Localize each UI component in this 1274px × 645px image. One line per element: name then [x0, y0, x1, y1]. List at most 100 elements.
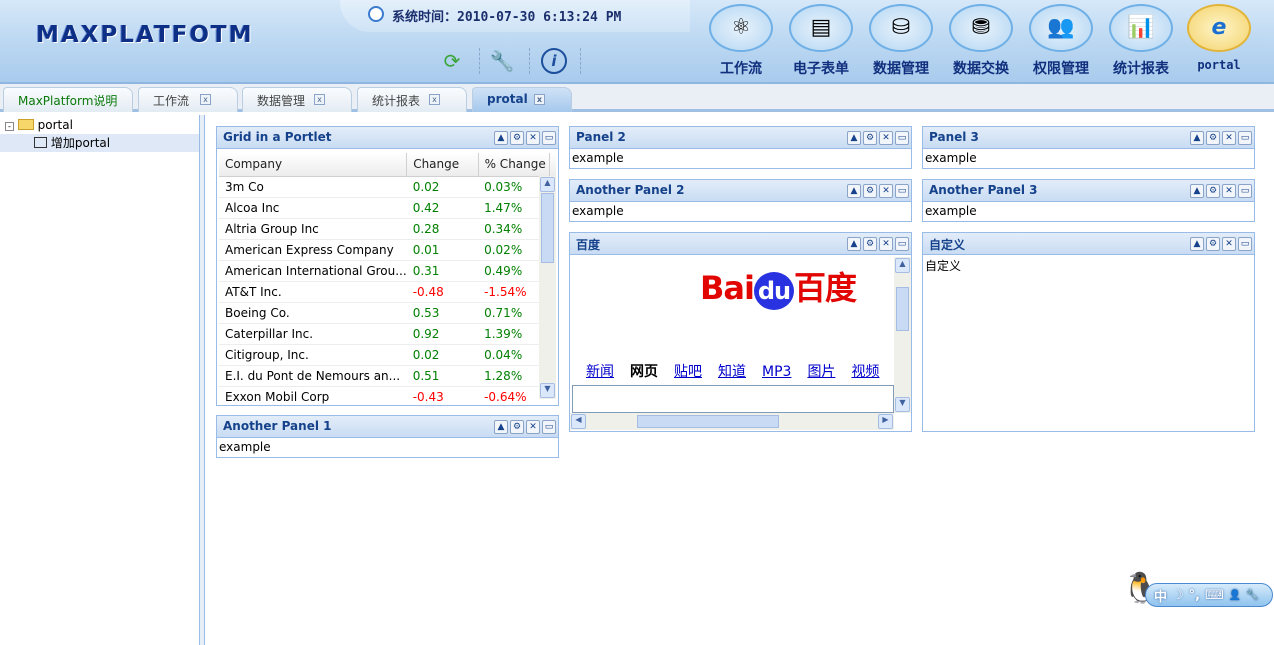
splitter[interactable]	[200, 115, 205, 645]
table-row[interactable]: 3m Co 0.02 0.03%	[219, 176, 556, 198]
close-icon[interactable]: ✕	[1222, 184, 1236, 198]
company-cell: Alcoa Inc	[219, 197, 407, 219]
scroll-down-icon[interactable]: ▼	[895, 397, 910, 412]
users-key-icon: 👥	[1029, 4, 1093, 52]
scroll-thumb[interactable]	[637, 415, 779, 428]
portlet-header: Grid in a Portlet ▲ ⚙ ✕ ▭	[217, 127, 558, 149]
refresh-icon[interactable]: ⟳	[439, 48, 465, 74]
wrench-icon[interactable]: 🔧	[489, 48, 515, 74]
tab-workflow[interactable]: 工作流 x	[138, 87, 238, 112]
ime-punctuation-icon[interactable]: °,	[1189, 588, 1200, 603]
baidu-search-input[interactable]	[572, 385, 894, 413]
tab-maxplatform[interactable]: MaxPlatform说明	[3, 87, 133, 112]
maximize-icon[interactable]: ▭	[542, 420, 556, 434]
tree-node-add-portal[interactable]: 增加portal	[0, 134, 199, 152]
scroll-up-icon[interactable]: ▲	[895, 258, 910, 273]
user-icon[interactable]: 👤	[1229, 590, 1241, 601]
ime-toolbar: 中 ☽ °, ⌨ 👤 🔧	[1145, 583, 1273, 607]
grid-scrollbar[interactable]: ▲ ▼	[539, 176, 556, 399]
collapse-icon[interactable]: ▲	[847, 237, 861, 251]
maximize-icon[interactable]: ▭	[542, 131, 556, 145]
ime-chinese-button[interactable]: 中	[1154, 586, 1167, 605]
collapse-icon[interactable]: -	[5, 122, 14, 131]
scroll-right-icon[interactable]: ▶	[878, 414, 893, 429]
collapse-icon[interactable]: ▲	[494, 131, 508, 145]
collapse-icon[interactable]: ▲	[847, 184, 861, 198]
company-cell: Caterpillar Inc.	[219, 323, 407, 345]
close-icon[interactable]: ✕	[526, 420, 540, 434]
info-icon[interactable]: i	[541, 48, 567, 74]
gear-icon[interactable]: ⚙	[1206, 184, 1220, 198]
close-icon[interactable]: ✕	[879, 237, 893, 251]
folder-icon	[17, 119, 34, 130]
gear-icon[interactable]: ⚙	[863, 131, 877, 145]
table-row[interactable]: E.I. du Pont de Nemours an... 0.51 1.28%	[219, 365, 556, 387]
tab-data-management[interactable]: 数据管理 x	[242, 87, 352, 112]
gear-icon[interactable]: ⚙	[510, 131, 524, 145]
close-icon[interactable]: ✕	[879, 184, 893, 198]
nav-forms[interactable]: ▤ 电子表单	[786, 4, 856, 78]
nav-reports[interactable]: 📊 统计报表	[1106, 4, 1176, 78]
table-row[interactable]: AT&T Inc. -0.48 -1.54%	[219, 281, 556, 303]
scroll-up-icon[interactable]: ▲	[540, 177, 555, 192]
nav-workflow[interactable]: ⚛ 工作流	[706, 4, 776, 78]
tab-reports[interactable]: 统计报表 x	[357, 87, 467, 112]
column-header[interactable]: Change	[406, 153, 479, 177]
table-row[interactable]: Altria Group Inc 0.28 0.34%	[219, 218, 556, 240]
close-icon[interactable]: x	[200, 94, 211, 105]
tree-node-portal[interactable]: - portal	[0, 116, 199, 134]
close-icon[interactable]: x	[314, 94, 325, 105]
nav-data-management[interactable]: ⛁ 数据管理	[866, 4, 936, 78]
wrench-icon[interactable]: 🔧	[1246, 590, 1258, 601]
close-icon[interactable]: ✕	[879, 131, 893, 145]
gear-icon[interactable]: ⚙	[1206, 237, 1220, 251]
maximize-icon[interactable]: ▭	[1238, 131, 1252, 145]
collapse-icon[interactable]: ▲	[1190, 184, 1204, 198]
collapse-icon[interactable]: ▲	[1190, 237, 1204, 251]
table-row[interactable]: Caterpillar Inc. 0.92 1.39%	[219, 323, 556, 345]
close-icon[interactable]: ✕	[1222, 131, 1236, 145]
table-row[interactable]: Alcoa Inc 0.42 1.47%	[219, 197, 556, 219]
keyboard-icon[interactable]: ⌨	[1205, 588, 1224, 603]
close-icon[interactable]: x	[429, 94, 440, 105]
close-icon[interactable]: ✕	[1222, 237, 1236, 251]
scroll-thumb[interactable]	[896, 287, 909, 331]
collapse-icon[interactable]: ▲	[1190, 131, 1204, 145]
gear-icon[interactable]: ⚙	[1206, 131, 1220, 145]
app-header: MAXPLATFOTM 系统时间：2010-07-30 6:13:24 PM ⟳…	[0, 0, 1274, 84]
collapse-icon[interactable]: ▲	[847, 131, 861, 145]
close-icon[interactable]: ✕	[526, 131, 540, 145]
table-row[interactable]: American International Grou... 0.31 0.49%	[219, 260, 556, 282]
maximize-icon[interactable]: ▭	[895, 237, 909, 251]
change-cell: 0.02	[406, 176, 479, 198]
table-row[interactable]: Citigroup, Inc. 0.02 0.04%	[219, 344, 556, 366]
close-icon[interactable]: x	[534, 94, 545, 105]
tab-protal[interactable]: protal x	[472, 87, 572, 112]
collapse-icon[interactable]: ▲	[494, 420, 508, 434]
scroll-down-icon[interactable]: ▼	[540, 383, 555, 398]
nav-permissions[interactable]: 👥 权限管理	[1026, 4, 1096, 78]
nav-data-exchange[interactable]: ⛃ 数据交换	[946, 4, 1016, 78]
table-row[interactable]: Boeing Co. 0.53 0.71%	[219, 302, 556, 324]
maximize-icon[interactable]: ▭	[895, 131, 909, 145]
maximize-icon[interactable]: ▭	[1238, 237, 1252, 251]
column-header[interactable]: Company	[219, 153, 408, 177]
nav-portal[interactable]: e portal	[1184, 4, 1254, 72]
company-cell: E.I. du Pont de Nemours an...	[219, 365, 407, 387]
gear-icon[interactable]: ⚙	[863, 184, 877, 198]
scroll-left-icon[interactable]: ◀	[571, 414, 586, 429]
table-row[interactable]: American Express Company 0.01 0.02%	[219, 239, 556, 261]
maximize-icon[interactable]: ▭	[1238, 184, 1252, 198]
column-header[interactable]: % Change	[478, 153, 551, 177]
table-row[interactable]: Exxon Mobil Corp -0.43 -0.64%	[219, 386, 556, 405]
scroll-thumb[interactable]	[541, 193, 554, 263]
maximize-icon[interactable]: ▭	[895, 184, 909, 198]
gear-icon[interactable]: ⚙	[510, 420, 524, 434]
iframe-vscrollbar[interactable]: ▲ ▼	[894, 257, 911, 413]
ime-halfwidth-icon[interactable]: ☽	[1172, 588, 1184, 603]
iframe-hscrollbar[interactable]: ◀ ▶	[570, 413, 894, 430]
gear-icon[interactable]: ⚙	[863, 237, 877, 251]
panel-2: Panel 2 ▲ ⚙ ✕ ▭ example	[569, 126, 912, 169]
stock-grid: Company Change% Change 3m Co 0.02 0.03% Alco…	[219, 153, 556, 405]
company-cell: American Express Company	[219, 239, 407, 261]
